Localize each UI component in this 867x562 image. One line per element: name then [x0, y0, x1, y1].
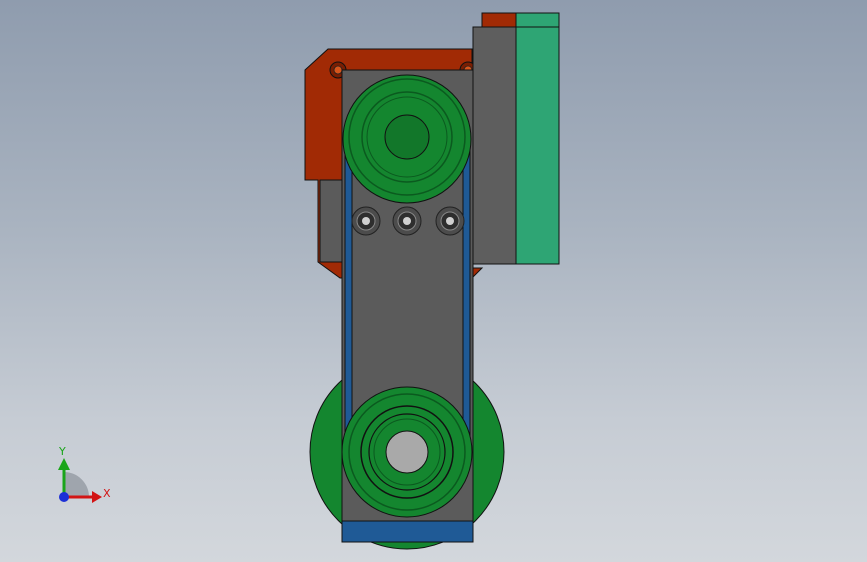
coordinate-triad: Y X — [58, 445, 111, 503]
cad-model-view[interactable]: Y X — [0, 0, 867, 562]
belt-left — [344, 149, 353, 451]
linear-rail — [515, 12, 560, 265]
x-axis-label: X — [103, 487, 111, 500]
z-axis-dot — [59, 492, 69, 502]
y-axis-label: Y — [58, 445, 66, 458]
cad-graphics-viewport[interactable]: Y X — [0, 0, 867, 562]
screw-row — [351, 206, 465, 236]
belt-end-block — [341, 520, 474, 543]
housing-side-block — [319, 179, 345, 263]
belt-right — [462, 149, 471, 451]
triad-arc — [64, 472, 89, 497]
slider-block — [472, 26, 517, 265]
top-pulley — [342, 74, 472, 204]
bottom-pulley — [341, 386, 473, 518]
housing-screw-left-inner — [333, 65, 343, 75]
x-axis-arrow — [92, 491, 102, 503]
y-axis-arrow — [58, 458, 70, 470]
top-red-cap — [481, 12, 517, 28]
